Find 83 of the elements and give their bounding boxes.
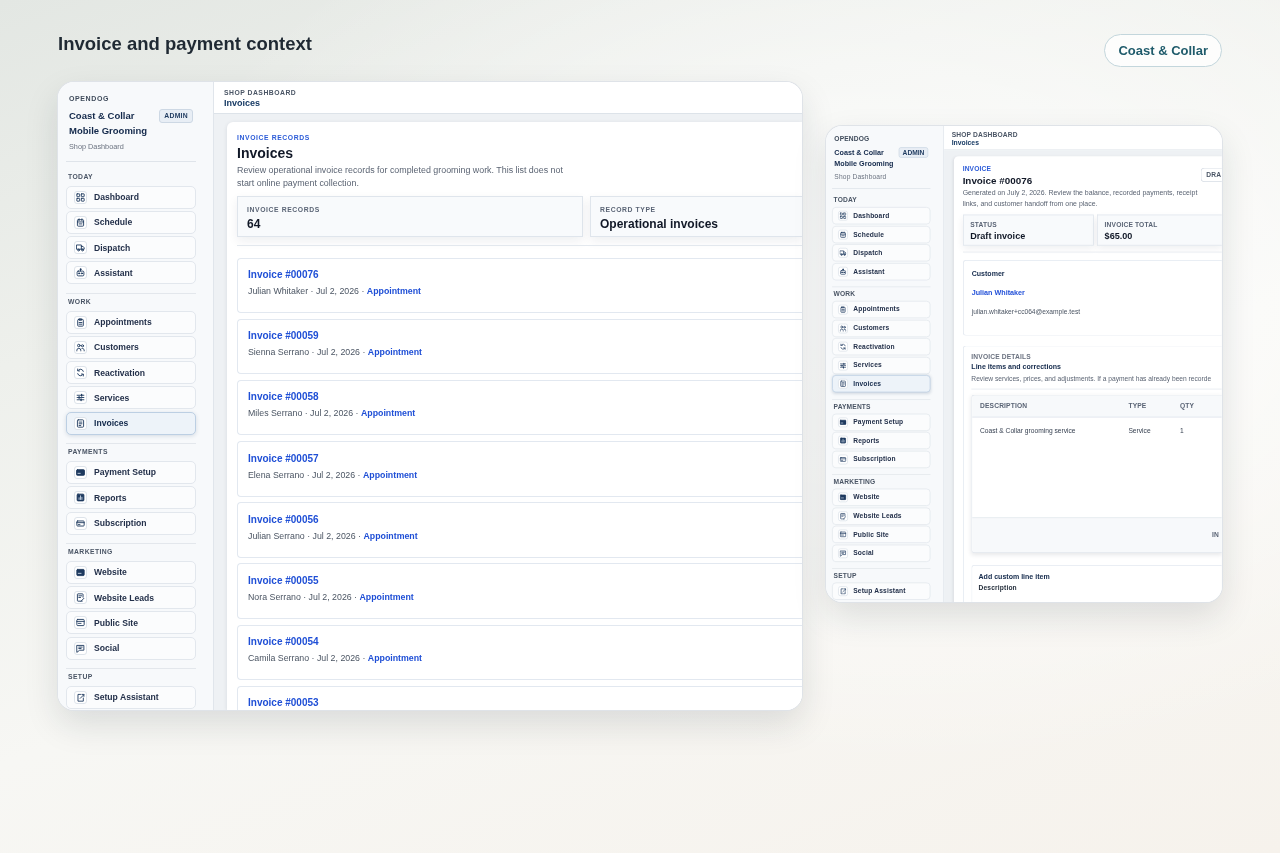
- sidebar-item[interactable]: Subscription: [66, 511, 196, 535]
- stat-value: Draft invoice: [970, 229, 1027, 242]
- panel-title: Invoices: [237, 144, 295, 162]
- appointment-link[interactable]: Appointment: [360, 408, 416, 419]
- appointment-link[interactable]: Appointment: [359, 591, 414, 602]
- invoice-meta: Nora Serrano · Jul 2, 2026 · Appointment: [248, 590, 414, 603]
- edit-document-icon: [74, 591, 87, 605]
- appointment-link[interactable]: Appointment: [367, 653, 423, 664]
- browser-icon: [838, 492, 848, 503]
- stat-value: 64: [247, 215, 262, 232]
- invoice-link[interactable]: Invoice #00056: [248, 512, 319, 526]
- browser-icon: [838, 529, 848, 540]
- appointment-link[interactable]: Appointment: [363, 530, 418, 541]
- sidebar-item[interactable]: Dispatch: [66, 236, 196, 260]
- refresh-icon: [838, 341, 848, 352]
- sidebar-item[interactable]: Dashboard: [66, 185, 196, 209]
- card-icon: [838, 454, 848, 465]
- people-icon: [838, 323, 848, 334]
- grid-icon: [74, 190, 87, 204]
- sidebar-item[interactable]: Appointments: [66, 310, 196, 334]
- card-icon: [74, 516, 87, 530]
- invoice-link[interactable]: Invoice #00059: [248, 329, 319, 343]
- sidebar-item[interactable]: Setup Assistant: [66, 685, 196, 709]
- invoice-link[interactable]: Invoice #00058: [248, 390, 319, 404]
- bar-chart-icon: [838, 435, 848, 446]
- sidebar-item[interactable]: Customers: [66, 335, 196, 359]
- bar-chart-icon: [74, 491, 87, 505]
- clipboard-icon: [74, 315, 87, 329]
- robot-icon: [74, 266, 87, 280]
- appointment-link[interactable]: Appointment: [362, 469, 418, 480]
- sidebar-item[interactable]: Schedule: [66, 210, 196, 234]
- sidebar-item[interactable]: Website Leads: [66, 586, 196, 610]
- card-icon: [74, 465, 87, 479]
- truck-icon: [74, 241, 87, 255]
- invoice-meta: Julian Whitaker · Jul 2, 2026 · Appointment: [248, 285, 422, 297]
- sliders-icon: [74, 391, 87, 405]
- robot-icon: [838, 266, 848, 277]
- document-icon: [74, 416, 87, 430]
- stat-value: $65.00: [1104, 229, 1134, 242]
- panel-description: Review operational invoice records for completed grooming work. This list does not start online payment collection.: [237, 163, 564, 190]
- sidebar-item[interactable]: Reports: [66, 486, 196, 510]
- stat-value: Operational invoices: [600, 215, 720, 232]
- sidebar-item[interactable]: Social: [66, 636, 196, 660]
- chat-icon: [74, 641, 87, 655]
- appointment-link[interactable]: Appointment: [366, 286, 422, 296]
- appointment-link[interactable]: Appointment: [367, 347, 423, 358]
- browser-icon: [74, 616, 87, 630]
- sidebar-item[interactable]: Reactivation: [66, 361, 196, 385]
- invoice-link[interactable]: Invoice #00055: [248, 573, 319, 587]
- shop-badge: Coast & Collar: [1104, 34, 1222, 67]
- card-icon: [838, 417, 848, 427]
- sidebar-item[interactable]: Payment Setup: [66, 460, 196, 484]
- invoice-meta: Miles Serrano · Jul 2, 2026 · Appointment: [248, 407, 416, 420]
- edit-document-icon: [838, 510, 848, 521]
- invoice-meta: Sienna Serrano · Jul 2, 2026 · Appointment: [248, 346, 423, 359]
- invoice-meta: Camila Serrano · Jul 2, 2026 · Appointment: [248, 652, 423, 665]
- people-icon: [74, 340, 87, 354]
- page-heading: Invoices: [224, 96, 262, 109]
- chat-icon: [838, 548, 848, 558]
- page-arrow-icon: [74, 690, 87, 704]
- panel-title: Invoice #00076: [962, 174, 1034, 187]
- invoice-meta: Elena Serrano · Jul 2, 2026 · Appointment: [248, 468, 418, 481]
- page-title: Invoice and payment context: [58, 34, 312, 54]
- calendar-icon: [74, 215, 87, 229]
- browser-icon: [74, 565, 87, 579]
- sliders-icon: [838, 360, 848, 371]
- sidebar-item[interactable]: Services: [66, 386, 196, 410]
- document-icon: [838, 379, 848, 389]
- sidebar-item[interactable]: Invoices: [66, 411, 196, 435]
- calendar-icon: [838, 229, 848, 240]
- refresh-icon: [74, 366, 87, 380]
- sidebar-item[interactable]: Public Site: [66, 611, 196, 635]
- truck-icon: [838, 248, 848, 258]
- clipboard-icon: [838, 304, 848, 315]
- page-arrow-icon: [838, 586, 848, 596]
- invoice-link[interactable]: Invoice #00053: [248, 696, 319, 710]
- sidebar-item[interactable]: Website: [66, 560, 196, 584]
- invoice-link[interactable]: Invoice #00076: [248, 268, 319, 281]
- invoice-meta: Julian Serrano · Jul 2, 2026 · Appointment: [248, 529, 418, 542]
- invoice-link[interactable]: Invoice #00057: [248, 451, 319, 465]
- invoice-link[interactable]: Invoice #00054: [248, 635, 319, 649]
- shop-name: Coast & Collar Mobile Grooming: [69, 108, 149, 138]
- sidebar-item[interactable]: Assistant: [66, 261, 196, 285]
